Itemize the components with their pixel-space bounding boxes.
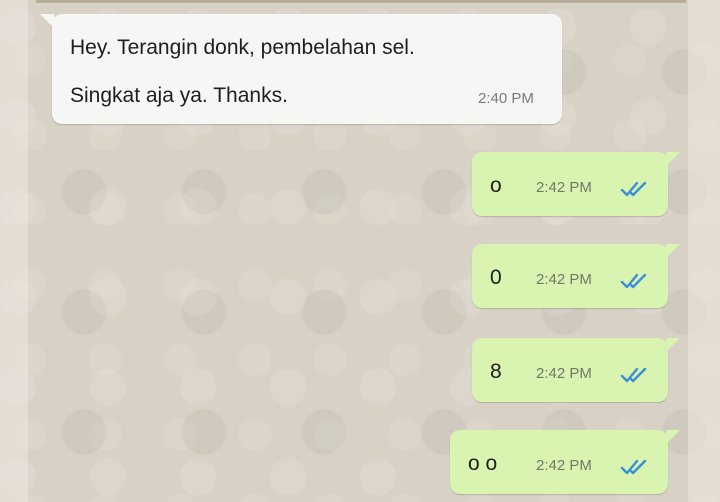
read-double-check-icon (620, 459, 647, 475)
chat-left-edge (0, 0, 28, 502)
outgoing-message-time: 2:42 PM (536, 179, 592, 196)
incoming-bubble-tail (40, 14, 54, 28)
outgoing-message-text: 0 (490, 266, 502, 289)
outgoing-bubble-tail (666, 338, 680, 352)
outgoing-message-text: 8 (490, 360, 502, 383)
incoming-message-bubble[interactable]: Hey. Terangin donk, pembelahan sel. Sing… (40, 14, 562, 124)
outgoing-bubble-tail (666, 244, 680, 258)
outgoing-bubble-tail (666, 430, 680, 444)
chat-top-border (36, 0, 686, 3)
outgoing-message-bubble[interactable]: o 2:42 PM (472, 152, 680, 216)
read-double-check-icon (620, 181, 647, 197)
read-double-check-icon (620, 273, 647, 289)
outgoing-message-time: 2:42 PM (536, 365, 592, 382)
outgoing-message-time: 2:42 PM (536, 271, 592, 288)
read-double-check-icon (620, 367, 647, 383)
outgoing-message-bubble[interactable]: o o 2:42 PM (450, 430, 680, 494)
outgoing-message-bubble[interactable]: 0 2:42 PM (472, 244, 680, 308)
incoming-message-line-2: Singkat aja ya. Thanks. (70, 84, 288, 107)
chat-right-edge (688, 0, 720, 502)
chat-background: Hey. Terangin donk, pembelahan sel. Sing… (0, 0, 720, 502)
incoming-message-time: 2:40 PM (478, 90, 534, 107)
outgoing-message-time: 2:42 PM (536, 457, 592, 474)
outgoing-message-text: o o (468, 452, 498, 475)
outgoing-bubble-tail (666, 152, 680, 166)
outgoing-message-text: o (490, 174, 502, 197)
outgoing-message-bubble[interactable]: 8 2:42 PM (472, 338, 680, 402)
incoming-message-line-1: Hey. Terangin donk, pembelahan sel. (70, 36, 415, 59)
